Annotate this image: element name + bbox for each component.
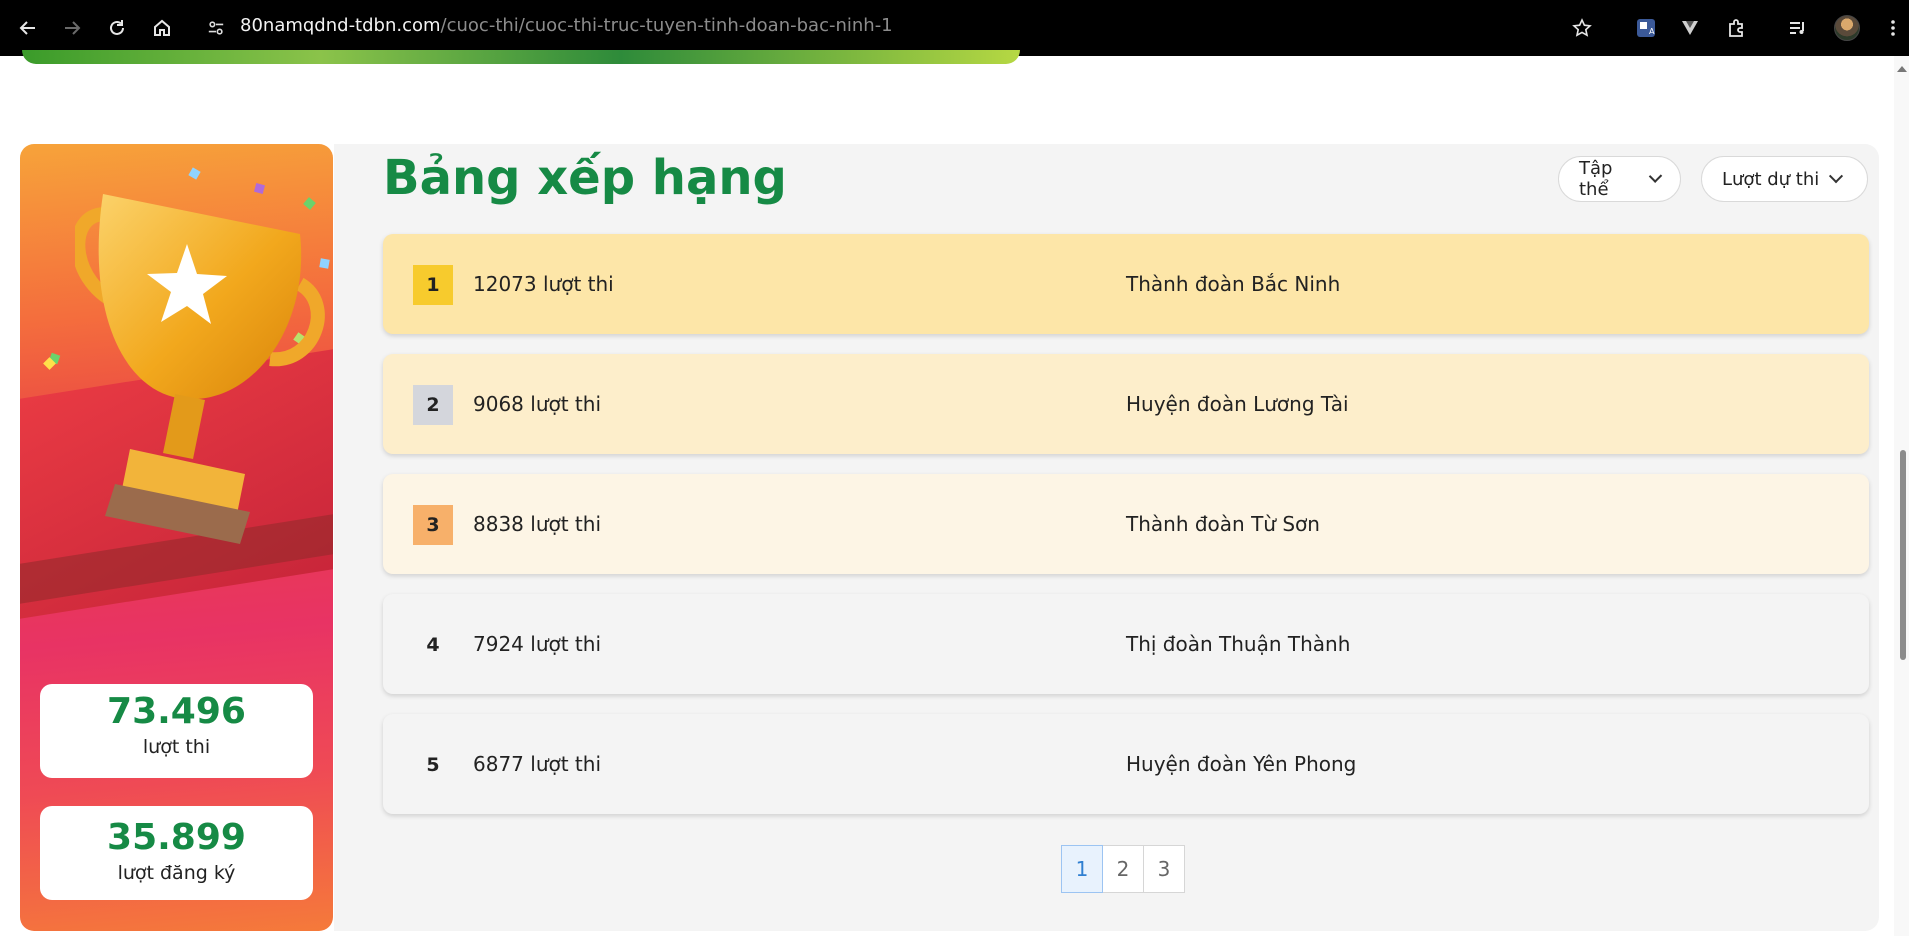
ranking-row[interactable]: 4 7924 lượt thi Thị đoàn Thuận Thành xyxy=(383,594,1869,694)
ranking-row[interactable]: 5 6877 lượt thi Huyện đoàn Yên Phong xyxy=(383,714,1869,814)
page-button-2[interactable]: 2 xyxy=(1102,845,1144,893)
chevron-down-icon xyxy=(1648,169,1663,183)
group-filter-value: Tập thể xyxy=(1579,158,1613,200)
total-attempts-value: 73.496 xyxy=(107,691,246,732)
ranking-row[interactable]: 2 9068 lượt thi Huyện đoàn Lương Tài xyxy=(383,354,1869,454)
ranking-title: Bảng xếp hạng xyxy=(383,150,787,206)
attempt-count: 8838 lượt thi xyxy=(473,512,601,536)
group-filter-dropdown[interactable]: Tập thể xyxy=(1558,156,1681,202)
rank-number-cell: 4 xyxy=(413,625,453,665)
address-bar[interactable]: 80namqdnd-tdbn.com/cuoc-thi/cuoc-thi-tru… xyxy=(240,15,893,36)
scroll-up-arrow-icon[interactable] xyxy=(1897,66,1907,72)
unit-name: Huyện đoàn Yên Phong xyxy=(1126,752,1357,776)
site-settings-icon[interactable] xyxy=(204,16,228,40)
unit-name: Thành đoàn Từ Sơn xyxy=(1126,512,1320,536)
attempt-count: 9068 lượt thi xyxy=(473,392,601,416)
rank-number: 1 xyxy=(426,274,440,296)
profile-avatar[interactable] xyxy=(1834,15,1860,41)
url-host: 80namqdnd-tdbn.com xyxy=(240,15,441,36)
unit-name: Huyện đoàn Lương Tài xyxy=(1126,392,1349,416)
back-icon[interactable] xyxy=(14,14,42,42)
rank-number: 5 xyxy=(426,754,440,776)
rank-number: 2 xyxy=(426,394,440,416)
attempt-count: 7924 lượt thi xyxy=(473,632,601,656)
home-icon[interactable] xyxy=(148,14,176,42)
total-attempts-label: lượt thi xyxy=(142,736,211,758)
rank-number-cell: 5 xyxy=(413,745,453,785)
media-queue-icon[interactable] xyxy=(1784,14,1812,42)
reload-icon[interactable] xyxy=(103,14,131,42)
unit-name: Thị đoàn Thuận Thành xyxy=(1126,632,1351,656)
pagination: 1 2 3 xyxy=(1061,845,1185,893)
ranking-row[interactable]: 3 8838 lượt thi Thành đoàn Từ Sơn xyxy=(383,474,1869,574)
metric-filter-dropdown[interactable]: Lượt dự thi xyxy=(1701,156,1868,202)
rank-badge-gold: 1 xyxy=(413,265,453,305)
banner-bottom-edge xyxy=(22,50,1020,64)
metric-filter-value: Lượt dự thi xyxy=(1722,168,1820,190)
browser-toolbar: 80namqdnd-tdbn.com/cuoc-thi/cuoc-thi-tru… xyxy=(0,0,1909,56)
menu-kebab-icon[interactable] xyxy=(1879,14,1907,42)
trophy-icon xyxy=(75,194,325,544)
total-attempts-card: 73.496 lượt thi xyxy=(40,684,313,778)
total-registrations-label: lượt đăng ký xyxy=(117,862,236,884)
bookmark-star-icon[interactable] xyxy=(1568,14,1596,42)
rank-badge-silver: 2 xyxy=(413,385,453,425)
total-registrations-card: 35.899 lượt đăng ký xyxy=(40,806,313,900)
attempt-count: 12073 lượt thi xyxy=(473,272,614,296)
ranking-row[interactable]: 1 12073 lượt thi Thành đoàn Bắc Ninh xyxy=(383,234,1869,334)
unit-name: Thành đoàn Bắc Ninh xyxy=(1126,272,1341,296)
rank-number: 3 xyxy=(426,514,440,536)
vpn-extension-icon[interactable] xyxy=(1676,14,1704,42)
page-button-1[interactable]: 1 xyxy=(1061,845,1103,893)
rank-number: 4 xyxy=(426,634,440,656)
forward-icon[interactable] xyxy=(58,14,86,42)
stats-promo-card: 73.496 lượt thi 35.899 lượt đăng ký xyxy=(20,144,333,931)
chevron-down-icon xyxy=(1829,169,1844,184)
rank-badge-bronze: 3 xyxy=(413,505,453,545)
total-registrations-value: 35.899 xyxy=(107,817,246,858)
svg-text:A: A xyxy=(1649,27,1655,36)
page-button-3[interactable]: 3 xyxy=(1143,845,1185,893)
scrollbar-thumb[interactable] xyxy=(1900,450,1906,660)
attempt-count: 6877 lượt thi xyxy=(473,752,601,776)
url-path: /cuoc-thi/cuoc-thi-truc-tuyen-tinh-doan-… xyxy=(440,15,893,36)
extensions-puzzle-icon[interactable] xyxy=(1722,14,1750,42)
translate-extension-icon[interactable]: A xyxy=(1632,14,1660,42)
